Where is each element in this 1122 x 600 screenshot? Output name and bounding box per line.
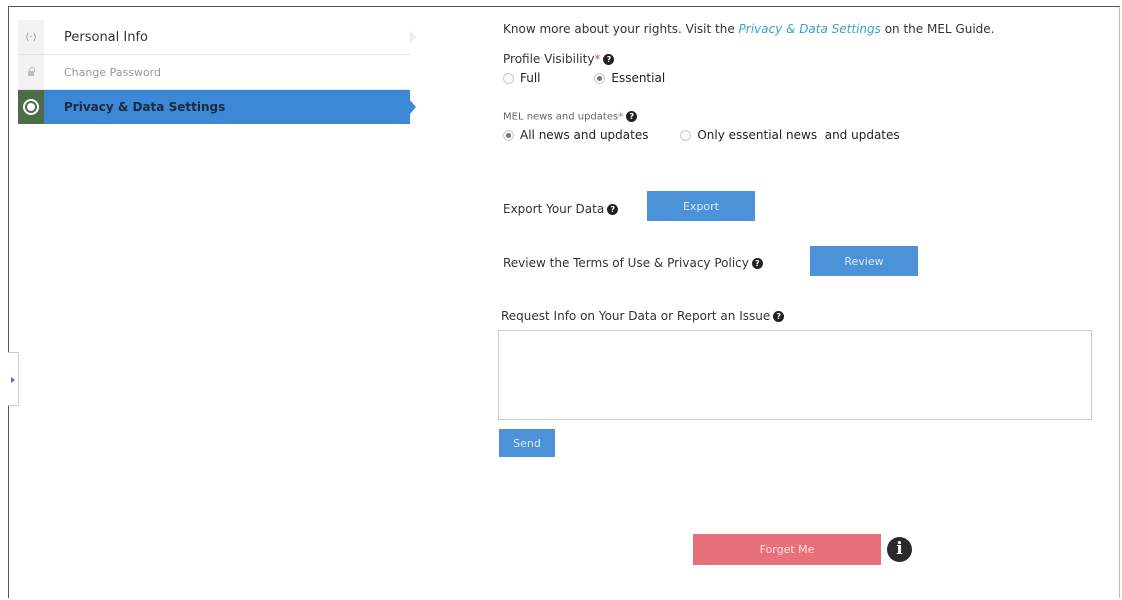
news-label-text: MEL news and updates [503,111,619,122]
radio-all-news[interactable]: All news and updates [503,128,648,142]
required-mark: * [594,52,601,66]
sidebar-item-label: Privacy & Data Settings [64,100,226,114]
help-icon[interactable]: ? [751,258,763,269]
intro-text: Know more about your rights. Visit the P… [503,22,1103,36]
news-options: All news and updates Only essential news… [503,128,1103,144]
sidebar-item-label: Personal Info [64,29,148,45]
review-button[interactable]: Review [810,246,918,276]
radio-essential-news[interactable]: Only essential news and updates [680,128,900,142]
lock-icon [18,55,44,89]
required-mark: * [618,111,624,122]
request-textarea[interactable] [498,330,1092,420]
radio-essential[interactable]: Essential [594,71,665,85]
review-label: Review the Terms of Use & Privacy Policy… [503,256,763,270]
radio-button[interactable] [594,72,606,84]
request-label-text: Request Info on Your Data or Report an I… [501,309,771,323]
caret-icon [410,100,416,114]
gear-icon [18,90,44,124]
radio-button[interactable] [503,129,514,141]
settings-sidebar: (·) Personal Info Change Password Privac… [18,20,416,124]
help-icon[interactable]: ? [773,311,785,322]
radio-label: All news and updates [520,128,649,142]
privacy-guide-link[interactable]: Privacy & Data Settings [739,22,881,36]
intro-suffix: on the MEL Guide. [880,22,995,36]
request-label: Request Info on Your Data or Report an I… [501,309,785,323]
profile-visibility-label: Profile Visibility*? [503,52,1103,66]
help-icon[interactable]: ? [603,54,615,65]
intro-prefix: Know more about your rights. Visit the [503,22,739,36]
caret-icon [410,30,416,44]
arrow-right-icon [11,377,15,383]
radio-full[interactable]: Full [503,71,541,85]
user-icon: (·) [18,20,44,54]
export-button[interactable]: Export [647,191,755,221]
radio-button[interactable] [503,72,514,84]
export-label-text: Export Your Data [503,202,605,216]
privacy-settings-panel: Know more about your rights. Visit the P… [503,22,1103,144]
news-label: MEL news and updates*? [503,110,1103,122]
sidebar-item-privacy-data-settings[interactable]: Privacy & Data Settings [18,90,416,124]
help-icon[interactable]: ? [607,204,619,215]
review-label-text: Review the Terms of Use & Privacy Policy [503,256,749,270]
help-icon[interactable]: ? [626,110,638,122]
export-label: Export Your Data? [503,202,619,216]
profile-visibility-options: Full Essential [503,71,1103,87]
radio-button[interactable] [680,129,692,141]
radio-label: Only essential news and updates [697,128,900,142]
send-button[interactable]: Send [499,429,555,457]
sidebar-item-label: Change Password [64,65,161,79]
sidebar-item-change-password[interactable]: Change Password [18,55,410,90]
forget-me-button[interactable]: Forget Me [693,534,881,565]
radio-label: Essential [611,71,666,85]
radio-label: Full [520,71,541,85]
sidebar-item-personal-info[interactable]: (·) Personal Info [18,20,416,55]
info-icon[interactable]: i [887,537,912,562]
panel-toggle-handle[interactable] [8,352,19,406]
profile-visibility-text: Profile Visibility [503,52,595,66]
